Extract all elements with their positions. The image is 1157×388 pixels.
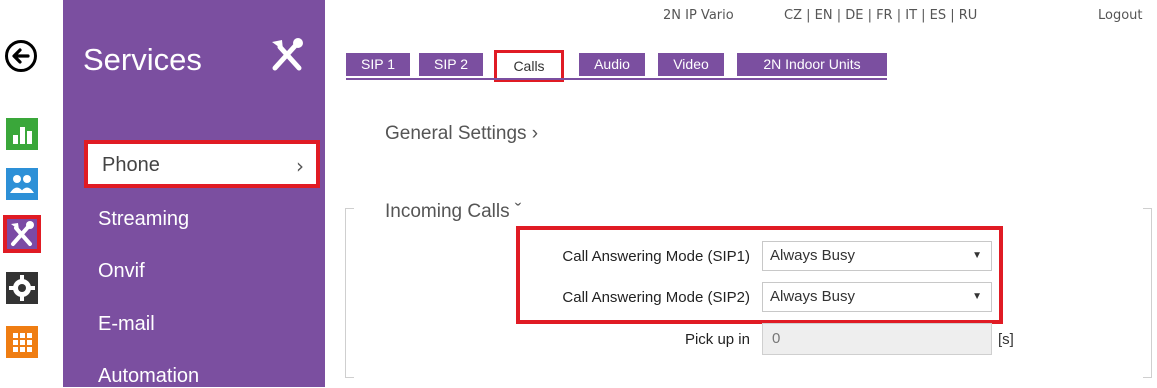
services-panel: Services Phone › Streaming Onvif E-mail … (63, 0, 325, 387)
nav-item-onvif[interactable]: Onvif (98, 260, 145, 283)
sip2-mode-label: Call Answering Mode (SIP2) (562, 289, 750, 306)
dropdown-arrow-icon: ▼ (972, 250, 982, 261)
nav-item-automation[interactable]: Automation (98, 365, 199, 388)
sip1-mode-select[interactable]: Always Busy ▼ (762, 241, 992, 271)
pickup-label: Pick up in (684, 331, 750, 348)
tab-sip1[interactable]: SIP 1 (346, 53, 410, 76)
services-tools-icon[interactable] (3, 215, 41, 253)
select-value: Always Busy (770, 247, 856, 264)
status-chart-icon[interactable] (6, 118, 38, 150)
nav-item-streaming[interactable]: Streaming (98, 208, 189, 231)
sip2-mode-select[interactable]: Always Busy ▼ (762, 282, 992, 312)
tab-sip2[interactable]: SIP 2 (419, 53, 483, 76)
services-title: Services (83, 42, 202, 77)
chevron-right-icon: › (296, 154, 304, 178)
tab-audio[interactable]: Audio (579, 53, 645, 76)
select-value: Always Busy (770, 288, 856, 305)
directory-users-icon[interactable] (6, 168, 38, 200)
apps-grid-icon[interactable] (6, 326, 38, 358)
section-frame-right (1143, 208, 1152, 378)
section-frame-left (345, 208, 354, 378)
tab-indoor-units[interactable]: 2N Indoor Units (737, 53, 887, 76)
icon-rail (0, 0, 60, 387)
sip1-mode-label: Call Answering Mode (SIP1) (562, 248, 750, 265)
section-general-settings[interactable]: General Settings › (385, 123, 538, 145)
logout-link[interactable]: Logout (1098, 8, 1143, 23)
tab-video[interactable]: Video (658, 53, 724, 76)
dropdown-arrow-icon: ▼ (972, 291, 982, 302)
device-name: 2N IP Vario (663, 8, 734, 23)
language-selector[interactable]: CZ | EN | DE | FR | IT | ES | RU (784, 8, 977, 23)
tab-underline (346, 78, 887, 80)
pickup-unit: [s] (998, 331, 1014, 348)
nav-item-label: Phone (102, 154, 160, 176)
back-arrow-icon[interactable] (5, 40, 37, 72)
pickup-input[interactable]: 0 (762, 323, 992, 355)
tools-icon (267, 34, 307, 74)
nav-item-email[interactable]: E-mail (98, 313, 155, 336)
section-incoming-calls[interactable]: Incoming Calls ˇ (385, 201, 521, 223)
settings-gear-icon[interactable] (6, 272, 38, 304)
nav-item-phone[interactable]: Phone › (84, 140, 320, 188)
